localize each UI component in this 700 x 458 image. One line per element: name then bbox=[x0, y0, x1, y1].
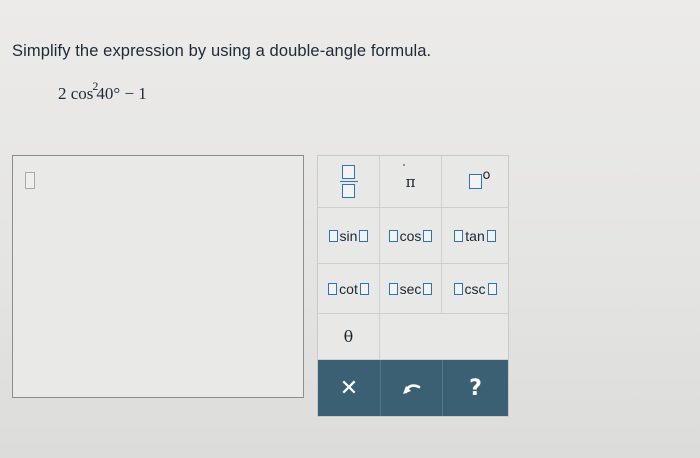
undo-icon bbox=[402, 384, 420, 394]
tan-button[interactable]: tan bbox=[442, 208, 508, 264]
expression-exponent: 2 bbox=[92, 79, 99, 93]
csc-button[interactable]: csc bbox=[442, 264, 508, 314]
action-bar: ✕ ? bbox=[318, 360, 508, 416]
help-button[interactable]: ? bbox=[442, 360, 508, 416]
degree-icon: o bbox=[468, 168, 491, 191]
help-icon: ? bbox=[469, 375, 482, 401]
cot-button[interactable]: cot bbox=[318, 264, 380, 314]
cos-label: cos bbox=[399, 227, 422, 244]
sin-button[interactable]: sin bbox=[318, 208, 380, 264]
sec-button[interactable]: sec bbox=[380, 264, 442, 314]
sin-label: sin bbox=[339, 227, 358, 244]
fraction-icon bbox=[339, 164, 358, 199]
clear-button[interactable]: ✕ bbox=[318, 360, 380, 416]
pi-button[interactable]: π bbox=[380, 156, 442, 208]
question-instructions: Simplify the expression by using a doubl… bbox=[12, 42, 432, 60]
page: Simplify the expression by using a doubl… bbox=[0, 0, 700, 458]
cos-button[interactable]: cos bbox=[380, 208, 442, 264]
math-palette: π o sin cos tan cot sec csc θ ✕ ? bbox=[317, 155, 509, 417]
math-expression: 2 cos240° − 1 bbox=[58, 79, 147, 104]
answer-input-area[interactable] bbox=[12, 155, 304, 398]
undo-button[interactable] bbox=[380, 360, 442, 416]
close-icon: ✕ bbox=[339, 375, 359, 401]
palette-empty-cell bbox=[380, 314, 508, 360]
degree-button[interactable]: o bbox=[442, 156, 508, 208]
theta-symbol: θ bbox=[343, 327, 354, 346]
expression-argument: 40° − 1 bbox=[96, 84, 147, 103]
sec-label: sec bbox=[399, 280, 422, 297]
fraction-button[interactable] bbox=[318, 156, 380, 208]
answer-placeholder-box[interactable] bbox=[25, 172, 35, 189]
csc-label: csc bbox=[464, 280, 486, 297]
expression-function: 2 cos bbox=[58, 84, 94, 103]
cot-label: cot bbox=[339, 280, 358, 297]
theta-button[interactable]: θ bbox=[318, 314, 380, 360]
pi-symbol: π bbox=[405, 172, 416, 191]
tan-label: tan bbox=[465, 227, 485, 244]
